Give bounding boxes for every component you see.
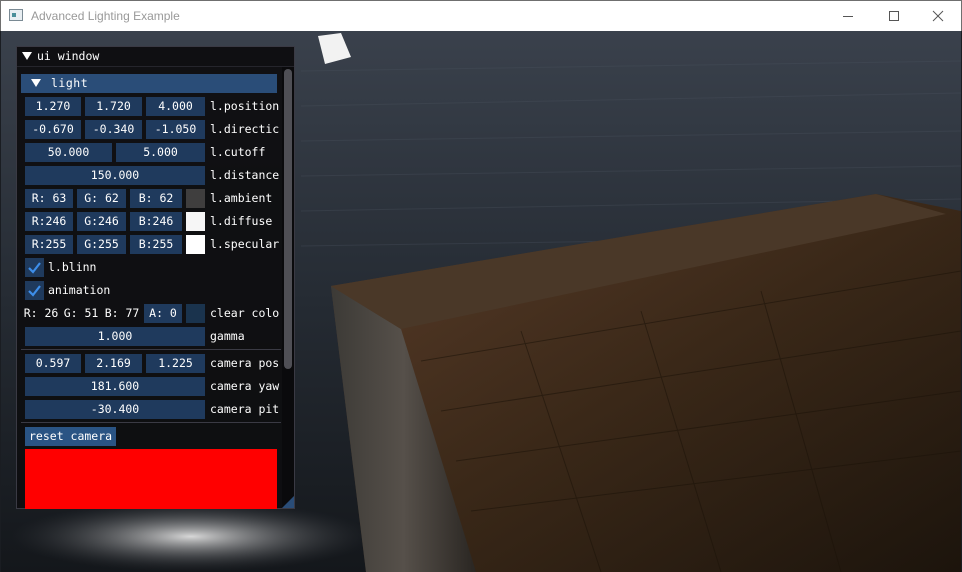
scrollbar-thumb[interactable]: [284, 69, 292, 369]
maximize-icon: [889, 11, 899, 21]
close-button[interactable]: [915, 1, 961, 31]
light-header[interactable]: light: [21, 74, 277, 93]
light-position-label: l.position: [210, 99, 280, 113]
window-title: Advanced Lighting Example: [31, 9, 180, 23]
blinn-checkbox[interactable]: [25, 258, 44, 277]
collapse-arrow-icon: [31, 79, 41, 87]
minimize-icon: [843, 16, 853, 17]
clear-color-b[interactable]: B: 77: [102, 304, 142, 323]
light-header-label: light: [51, 76, 89, 90]
diffuse-b[interactable]: B:246: [130, 212, 182, 231]
animation-label: animation: [48, 283, 111, 297]
separator: [21, 349, 281, 350]
light-ambient-label: l.ambient: [210, 191, 273, 205]
ambient-g[interactable]: G: 62: [77, 189, 126, 208]
ui-scrollbar[interactable]: [282, 67, 294, 508]
minimize-button[interactable]: [825, 1, 871, 31]
specular-b[interactable]: B:255: [130, 235, 182, 254]
specular-color-swatch[interactable]: [186, 235, 205, 254]
light-direction-x[interactable]: -0.670: [25, 120, 81, 139]
light-distance-slider[interactable]: 150.000: [25, 166, 205, 185]
light-specular-label: l.specular: [210, 237, 280, 251]
camera-pos-z[interactable]: 1.225: [146, 354, 205, 373]
clear-color-g[interactable]: G: 51: [62, 304, 100, 323]
checkmark-icon: [28, 285, 41, 297]
light-diffuse-label: l.diffuse: [210, 214, 273, 228]
window-titlebar[interactable]: Advanced Lighting Example: [0, 0, 962, 31]
light-direction-z[interactable]: -1.050: [146, 120, 205, 139]
light-cutoff-inner[interactable]: 50.000: [25, 143, 112, 162]
separator: [21, 422, 281, 423]
clear-color-swatch[interactable]: [186, 304, 205, 323]
specular-r[interactable]: R:255: [25, 235, 73, 254]
floor-highlight: [11, 501, 371, 572]
camera-pos-x[interactable]: 0.597: [25, 354, 81, 373]
camera-pitch-slider[interactable]: -30.400: [25, 400, 205, 419]
gamma-label: gamma: [210, 329, 245, 343]
clear-color-r[interactable]: R: 26: [22, 304, 60, 323]
checkmark-icon: [28, 262, 41, 274]
camera-pos-y[interactable]: 2.169: [85, 354, 142, 373]
light-position-y[interactable]: 1.720: [85, 97, 142, 116]
reset-camera-button[interactable]: reset camera: [25, 427, 117, 446]
gamma-slider[interactable]: 1.000: [25, 327, 205, 346]
resize-grip-icon[interactable]: [282, 496, 294, 508]
diffuse-r[interactable]: R:246: [25, 212, 73, 231]
diffuse-g[interactable]: G:246: [77, 212, 126, 231]
light-direction-label: l.directic: [210, 122, 280, 136]
camera-yaw-slider[interactable]: 181.600: [25, 377, 205, 396]
ui-window-title: ui window: [37, 49, 100, 63]
camera-pos-label: camera pos: [210, 356, 280, 370]
light-direction-y[interactable]: -0.340: [85, 120, 142, 139]
ambient-color-swatch[interactable]: [186, 189, 205, 208]
clear-color-label: clear colo: [210, 306, 280, 320]
diffuse-color-swatch[interactable]: [186, 212, 205, 231]
light-distance-label: l.distance: [210, 168, 280, 182]
ui-window-titlebar[interactable]: ui window: [17, 47, 294, 67]
maximize-button[interactable]: [871, 1, 917, 31]
camera-pitch-label: camera pit: [210, 402, 280, 416]
color-preview-box: [25, 449, 277, 509]
light-position-z[interactable]: 4.000: [146, 97, 205, 116]
light-cutoff-label: l.cutoff: [210, 145, 266, 159]
ambient-r[interactable]: R: 63: [25, 189, 73, 208]
blinn-label: l.blinn: [48, 260, 97, 274]
light-cutoff-outer[interactable]: 5.000: [116, 143, 205, 162]
ui-window[interactable]: ui window light 1.270 1.720 4.000 l.posi…: [16, 46, 295, 509]
specular-g[interactable]: G:255: [77, 235, 126, 254]
close-icon: [932, 10, 944, 22]
light-position-x[interactable]: 1.270: [25, 97, 81, 116]
collapse-arrow-icon[interactable]: [22, 52, 32, 60]
clear-color-a[interactable]: A: 0: [144, 304, 182, 323]
animation-checkbox[interactable]: [25, 281, 44, 300]
camera-yaw-label: camera yaw: [210, 379, 280, 393]
ambient-b[interactable]: B: 62: [130, 189, 182, 208]
app-icon: [9, 9, 23, 21]
